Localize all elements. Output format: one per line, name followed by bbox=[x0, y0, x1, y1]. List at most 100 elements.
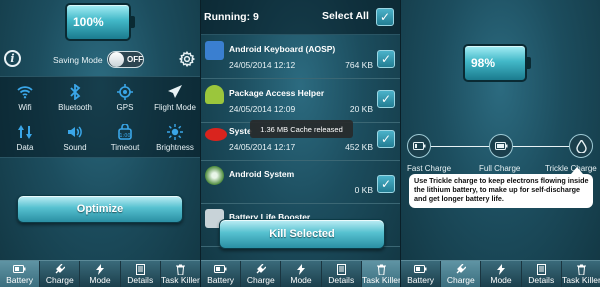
battery-panel: 100% i Saving Mode OFF Wifi Bluetooth GP… bbox=[0, 0, 200, 287]
data-icon bbox=[17, 123, 33, 141]
battery-icon bbox=[214, 263, 227, 275]
nav-details[interactable]: Details bbox=[322, 261, 362, 287]
app-name: Syste bbox=[229, 126, 252, 136]
optimize-button[interactable]: Optimize bbox=[17, 195, 183, 223]
app-size: 20 KB bbox=[349, 104, 373, 114]
plug-icon bbox=[54, 263, 66, 275]
select-all-label: Select All bbox=[322, 10, 369, 22]
bolt-icon bbox=[96, 263, 104, 275]
trash-icon bbox=[175, 263, 185, 275]
nav-label: Charge bbox=[45, 275, 74, 285]
charge-panel: 98% Fast Charge Full Charge Trickle Char… bbox=[400, 0, 600, 287]
toggle-label: GPS bbox=[116, 102, 134, 112]
nav-label: Task Killer bbox=[362, 275, 400, 285]
bottom-nav: Battery Charge Mode Details Task Killer bbox=[201, 260, 400, 287]
toggle-label: Bluetooth bbox=[58, 102, 92, 112]
bottom-nav: Battery Charge Mode Details Task Killer bbox=[401, 260, 600, 287]
toggle-data[interactable]: Data bbox=[0, 117, 50, 157]
kill-selected-button[interactable]: Kill Selected bbox=[219, 219, 385, 249]
toast-message: 1.36 MB Cache released bbox=[250, 120, 353, 138]
nav-battery[interactable]: Battery bbox=[201, 261, 242, 287]
nav-details[interactable]: Details bbox=[121, 261, 161, 287]
document-icon bbox=[536, 263, 546, 275]
nav-task-killer[interactable]: Task Killer bbox=[161, 261, 200, 287]
app-checkbox[interactable]: ✓ bbox=[377, 90, 395, 108]
nav-label: Battery bbox=[6, 275, 34, 285]
nav-label: Battery bbox=[407, 275, 435, 285]
keyboard-icon bbox=[205, 41, 224, 60]
list-item[interactable]: Android System 0 KB ✓ bbox=[201, 161, 400, 204]
bottom-nav: Battery Charge Mode Details Task Killer bbox=[0, 260, 200, 287]
system-icon bbox=[205, 166, 224, 185]
app-checkbox[interactable]: ✓ bbox=[377, 130, 395, 148]
nav-mode[interactable]: Mode bbox=[481, 261, 522, 287]
toggle-brightness[interactable]: Brightness bbox=[150, 117, 200, 157]
app-name: Android System bbox=[229, 169, 295, 179]
plug-icon bbox=[255, 263, 267, 275]
toggle-gps[interactable]: GPS bbox=[100, 77, 150, 117]
battery-percent: 100% bbox=[73, 15, 104, 29]
running-count: Running: 9 bbox=[204, 11, 259, 23]
toggle-sound[interactable]: Sound bbox=[50, 117, 100, 157]
nav-charge[interactable]: Charge bbox=[40, 261, 81, 287]
app-size: 0 KB bbox=[354, 185, 373, 195]
list-item[interactable]: Android Keyboard (AOSP) 24/05/2014 12:12… bbox=[201, 36, 400, 79]
nav-label: Details bbox=[127, 275, 154, 285]
saving-mode-label: Saving Mode bbox=[53, 55, 103, 65]
nav-label: Details bbox=[328, 275, 355, 285]
nav-label: Details bbox=[528, 275, 555, 285]
toggle-flight-mode[interactable]: Flight Mode bbox=[150, 77, 200, 117]
trash-icon bbox=[376, 263, 386, 275]
info-icon[interactable]: i bbox=[4, 50, 21, 67]
fast-charge-icon bbox=[407, 134, 431, 158]
battery-graphic: 98% bbox=[463, 44, 531, 82]
document-icon bbox=[336, 263, 346, 275]
bluetooth-icon bbox=[69, 83, 81, 101]
nav-mode[interactable]: Mode bbox=[80, 261, 121, 287]
nav-task-killer[interactable]: Task Killer bbox=[361, 261, 400, 287]
saving-mode-toggle[interactable]: OFF bbox=[107, 51, 144, 68]
toggle-timeout[interactable]: 1:00 Timeout bbox=[100, 117, 150, 157]
app-size: 452 KB bbox=[345, 142, 373, 152]
toggle-label: Data bbox=[16, 142, 34, 152]
nav-battery[interactable]: Battery bbox=[0, 261, 41, 287]
timeout-icon: 1:00 bbox=[117, 123, 133, 141]
nav-label: Mode bbox=[89, 275, 111, 285]
airplane-icon bbox=[167, 83, 183, 101]
toggle-knob bbox=[109, 52, 124, 67]
nav-label: Charge bbox=[246, 275, 275, 285]
app-date: 24/05/2014 12:09 bbox=[229, 104, 296, 114]
stage-label: Fast Charge bbox=[407, 164, 452, 173]
nav-mode[interactable]: Mode bbox=[281, 261, 322, 287]
nav-battery[interactable]: Battery bbox=[401, 261, 442, 287]
nav-label: Task Killer bbox=[161, 275, 200, 285]
nav-details[interactable]: Details bbox=[522, 261, 562, 287]
nav-charge[interactable]: Charge bbox=[241, 261, 282, 287]
task-killer-panel: Running: 9 Select All ✓ Android Keyboard… bbox=[200, 0, 400, 287]
app-checkbox[interactable]: ✓ bbox=[377, 50, 395, 68]
app-checkbox[interactable]: ✓ bbox=[377, 175, 395, 193]
plug-icon bbox=[455, 263, 467, 275]
list-item[interactable]: Package Access Helper 24/05/2014 12:09 2… bbox=[201, 80, 400, 123]
nav-charge[interactable]: Charge bbox=[441, 261, 482, 287]
sound-icon bbox=[67, 123, 83, 141]
gps-icon bbox=[117, 83, 133, 101]
full-charge-icon bbox=[489, 134, 513, 158]
task-header: Running: 9 bbox=[201, 0, 400, 35]
stage-label: Full Charge bbox=[479, 164, 521, 173]
nav-label: Mode bbox=[290, 275, 312, 285]
toggle-label: Flight Mode bbox=[154, 102, 196, 112]
gear-icon[interactable] bbox=[178, 50, 196, 68]
trickle-charge-icon[interactable] bbox=[569, 134, 593, 158]
nav-label: Charge bbox=[446, 275, 475, 285]
toggle-wifi[interactable]: Wifi bbox=[0, 77, 50, 117]
battery-icon bbox=[414, 263, 427, 275]
brightness-icon bbox=[167, 123, 183, 141]
app-name: Android Keyboard (AOSP) bbox=[229, 44, 336, 54]
toggle-label: Wifi bbox=[18, 102, 32, 112]
select-all-checkbox[interactable]: ✓ bbox=[376, 8, 394, 26]
toggle-state: OFF bbox=[127, 55, 143, 64]
toggle-bluetooth[interactable]: Bluetooth bbox=[50, 77, 100, 117]
nav-task-killer[interactable]: Task Killer bbox=[562, 261, 600, 287]
toggle-label: Brightness bbox=[156, 142, 194, 152]
